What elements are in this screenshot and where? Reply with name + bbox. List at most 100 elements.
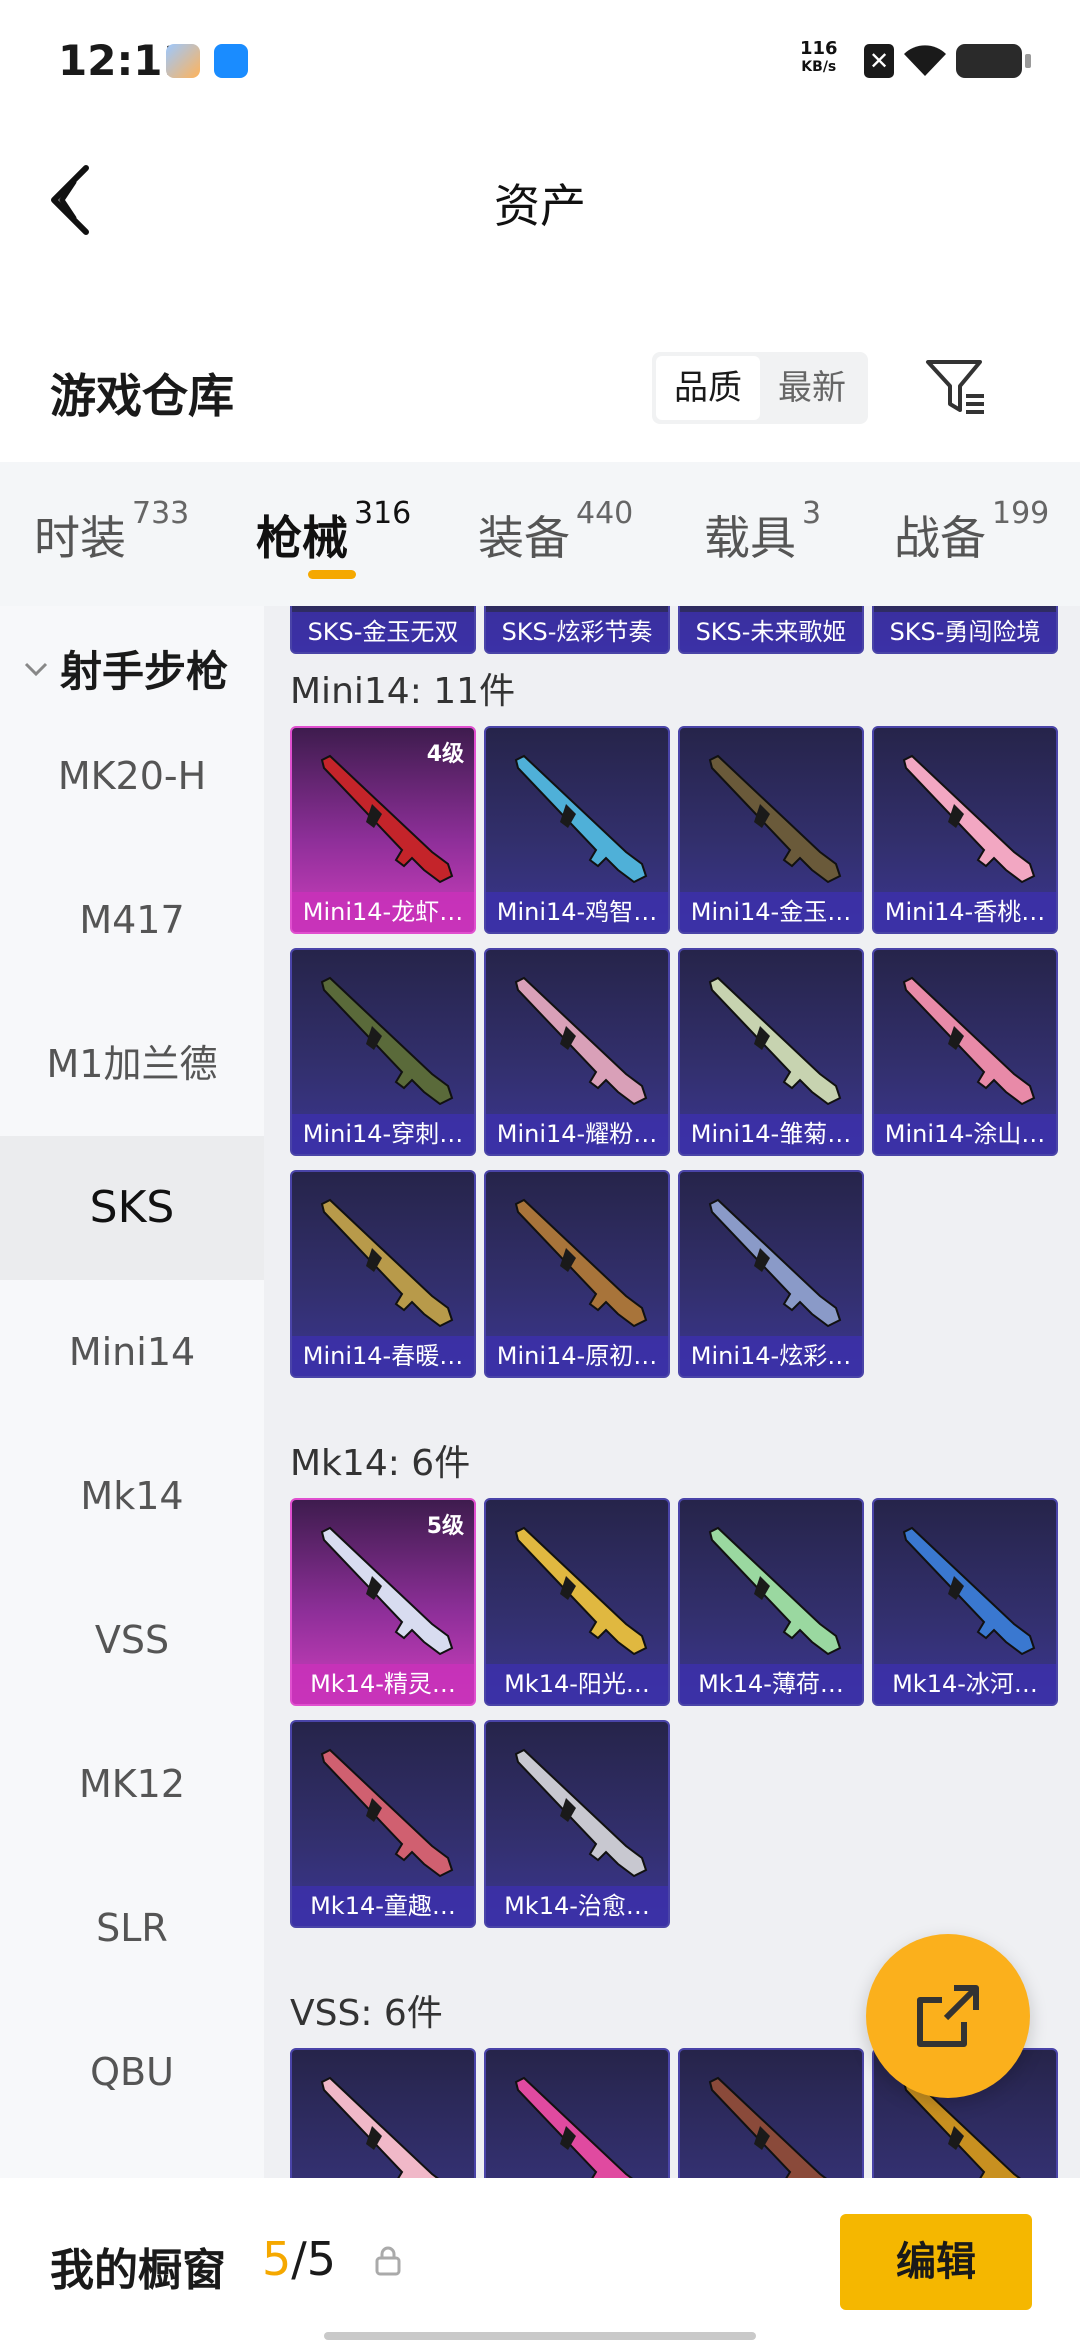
skin-card[interactable]: Mini14-金玉… (678, 726, 864, 934)
showcase-bar: 我的橱窗 5/5 编辑 (0, 2178, 1080, 2344)
rifle-icon (514, 976, 648, 1106)
top-nav: 资产 (0, 130, 1080, 270)
skin-card[interactable]: Mini14-香桃… (872, 726, 1058, 934)
lock-icon (375, 2246, 401, 2276)
skin-card[interactable]: Mini14-雏菊… (678, 948, 864, 1156)
skin-name: Mk14-薄荷… (680, 1664, 862, 1704)
sort-quality-button[interactable]: 品质 (656, 356, 760, 420)
skin-card[interactable]: Mini14-炫彩… (678, 1170, 864, 1378)
skin-name: SKS-勇闯险境 (874, 612, 1056, 652)
rifle-icon (902, 1526, 1036, 1656)
tab-supplies[interactable]: 战备 199 (894, 496, 1049, 568)
rifle-icon (320, 1526, 454, 1656)
skin-name: SKS-炫彩节奏 (486, 612, 668, 652)
tab-equipment[interactable]: 装备 440 (478, 496, 633, 568)
sidebar-group-marksman[interactable]: 射手步枪 (22, 638, 228, 699)
skin-card[interactable]: SKS-炫彩节奏 (484, 606, 670, 654)
notification-app-icon (166, 44, 200, 78)
skin-name: Mk14-冰河… (874, 1664, 1056, 1704)
tab-vehicles[interactable]: 载具 3 (704, 496, 821, 568)
sort-toggle: 品质 最新 (652, 352, 868, 424)
skin-name: Mini14-穿刺… (292, 1114, 474, 1154)
sidebar-item-mini14[interactable]: Mini14 (0, 1280, 264, 1424)
sidebar-item-mk20h[interactable]: MK20-H (0, 704, 264, 848)
skin-card[interactable]: Mini14-穿刺… (290, 948, 476, 1156)
rifle-icon (320, 976, 454, 1106)
skin-card[interactable]: SKS-金玉无双 (290, 606, 476, 654)
rifle-icon (902, 976, 1036, 1106)
sidebar-item-m417[interactable]: M417 (0, 848, 264, 992)
rifle-icon (514, 2076, 633, 2178)
rifle-icon (320, 754, 454, 884)
skin-card[interactable]: 4级 Mini14-龙虾… (290, 726, 476, 934)
chevron-down-icon (24, 662, 48, 676)
skin-card[interactable]: Mini14-耀粉… (484, 948, 670, 1156)
notification-browser-icon (214, 44, 248, 78)
rifle-icon (708, 1526, 842, 1656)
skin-card[interactable]: Mini14-鸡智… (484, 726, 670, 934)
network-speed: 116 KB/s (800, 38, 838, 76)
skin-name: Mini14-金玉… (680, 892, 862, 932)
skin-card[interactable]: Mk14-薄荷… (678, 1498, 864, 1706)
skin-card[interactable]: SKS-未来歌姬 (678, 606, 864, 654)
share-fab[interactable] (866, 1934, 1030, 2098)
rifle-icon (514, 754, 648, 884)
rifle-icon (320, 1748, 454, 1878)
rifle-icon (320, 1198, 454, 1328)
filter-icon[interactable] (924, 356, 986, 418)
skin-name: SKS-未来歌姬 (680, 612, 862, 652)
rifle-icon (708, 2076, 827, 2178)
skin-name: Mini14-鸡智… (486, 892, 668, 932)
wifi-icon (904, 45, 946, 76)
skin-name: Mini14-春暖… (292, 1336, 474, 1376)
tab-firearms[interactable]: 枪械 316 (256, 496, 411, 568)
edit-button[interactable]: 编辑 (840, 2214, 1032, 2310)
skin-card[interactable]: Mk14-治愈… (484, 1720, 670, 1928)
sidebar-item-sks[interactable]: SKS (0, 1136, 264, 1280)
skin-card[interactable] (678, 2048, 864, 2178)
warehouse-title: 游戏仓库 (50, 369, 234, 423)
sort-newest-button[interactable]: 最新 (760, 356, 864, 420)
sidebar-item-mk14[interactable]: Mk14 (0, 1424, 264, 1568)
skin-card[interactable]: Mk14-童趣… (290, 1720, 476, 1928)
rifle-icon (514, 1748, 648, 1878)
external-link-icon (917, 1985, 979, 2047)
active-tab-indicator (308, 570, 356, 579)
tab-fashion[interactable]: 时装 733 (34, 496, 189, 568)
sidebar-item-slr[interactable]: SLR (0, 1856, 264, 2000)
battery-icon (956, 44, 1031, 78)
skin-card[interactable] (290, 2048, 476, 2178)
group-label: Mk14: 6件 (290, 1443, 471, 1484)
sidebar-item-qbu[interactable]: QBU (0, 2000, 264, 2144)
rifle-icon (514, 1526, 648, 1656)
weapon-type-sidebar: 射手步枪 MK20-H M417 M1加兰德 SKS Mini14 Mk14 V… (0, 606, 264, 2178)
rifle-icon (708, 754, 842, 884)
skin-name: Mk14-精灵… (292, 1664, 474, 1704)
skin-level-badge: 5级 (426, 1514, 464, 1539)
skin-card[interactable]: 5级 Mk14-精灵… (290, 1498, 476, 1706)
showcase-count: 5/5 (262, 2232, 337, 2286)
skin-level-badge: 4级 (426, 742, 464, 767)
skin-name: Mk14-治愈… (486, 1886, 668, 1926)
skin-card[interactable]: SKS-勇闯险境 (872, 606, 1058, 654)
skin-card[interactable] (484, 2048, 670, 2178)
skin-name: Mini14-原初… (486, 1336, 668, 1376)
sidebar-item-mk12[interactable]: MK12 (0, 1712, 264, 1856)
skin-name: Mini14-龙虾… (292, 892, 474, 932)
skin-card[interactable]: Mk14-冰河… (872, 1498, 1058, 1706)
rifle-icon (320, 2076, 439, 2178)
skin-card[interactable]: Mk14-阳光… (484, 1498, 670, 1706)
skin-card[interactable]: Mini14-涂山… (872, 948, 1058, 1156)
skin-name: Mini14-涂山… (874, 1114, 1056, 1154)
showcase-title: 我的橱窗 (50, 2245, 226, 2296)
skin-card[interactable]: Mini14-春暖… (290, 1170, 476, 1378)
skin-name: Mini14-炫彩… (680, 1336, 862, 1376)
group-label: Mini14: 11件 (290, 671, 516, 712)
group-label: VSS: 6件 (290, 1993, 443, 2034)
skin-card[interactable]: Mini14-原初… (484, 1170, 670, 1378)
rifle-icon (708, 976, 842, 1106)
rifle-icon (514, 1198, 648, 1328)
category-tabs: 时装 733 枪械 316 装备 440 载具 3 战备 199 (0, 462, 1080, 606)
sidebar-item-vss[interactable]: VSS (0, 1568, 264, 1712)
sidebar-item-m1-garand[interactable]: M1加兰德 (0, 992, 264, 1136)
